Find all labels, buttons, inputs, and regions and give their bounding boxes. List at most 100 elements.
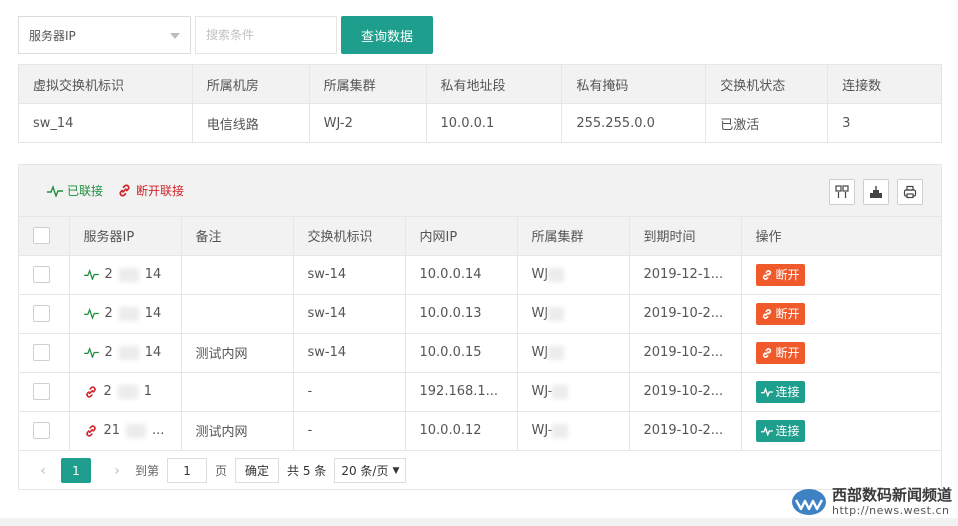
- header-switch-id: 虚拟交换机标识: [18, 64, 193, 104]
- server-toolbar: 已联接 断开联接: [19, 165, 941, 217]
- expire-date: 2019-10-2...: [629, 294, 742, 334]
- action-cell: 断开: [741, 333, 941, 373]
- header-private-range: 私有地址段: [425, 64, 563, 104]
- room: 电信线路: [191, 103, 310, 143]
- row-select-cell: [19, 372, 70, 412]
- watermark-title: 西部数码新闻频道: [831, 486, 952, 504]
- total-count: 共 5 条: [287, 464, 327, 478]
- chevron-down-icon: [170, 33, 180, 39]
- cluster: WJ: [531, 267, 549, 282]
- link-icon: [119, 184, 130, 197]
- server-table: 服务器IP 备注 交换机标识 内网IP 所属集群 到期时间 操作 2 14 sw-…: [19, 217, 941, 451]
- ip-mask: [117, 384, 138, 399]
- watermark: 西部数码新闻频道 http://news.west.cn: [790, 487, 952, 517]
- columns-icon: [835, 185, 849, 198]
- search-field-select[interactable]: 服务器IP: [18, 16, 191, 54]
- action-label: 断开: [775, 307, 800, 321]
- switch-info-table: 虚拟交换机标识 所属机房 所属集群 私有地址段 私有掩码 交换机状态 连接数 s…: [18, 64, 942, 143]
- goto-page-input[interactable]: [167, 458, 208, 483]
- columns-filter-button[interactable]: [829, 179, 855, 205]
- search-field-select-value: 服务器IP: [29, 28, 76, 43]
- link-icon: [762, 269, 771, 280]
- expire-date: 2019-10-2...: [629, 411, 742, 451]
- link-icon: [85, 385, 96, 398]
- goto-suffix: 页: [215, 464, 228, 478]
- expire-date: 2019-12-1...: [629, 255, 742, 295]
- pulse-icon: [760, 386, 773, 397]
- server-ip-cell: 2 14: [69, 255, 182, 295]
- disconnect-button[interactable]: 断开: [755, 302, 805, 325]
- row-select-cell: [19, 411, 70, 451]
- export-button[interactable]: [863, 179, 889, 205]
- filter-disconnected-link[interactable]: 断开联接: [117, 182, 184, 199]
- cluster: WJ-2: [308, 103, 427, 143]
- switch-info-row: sw_14 电信线路 WJ-2 10.0.0.1 255.255.0.0 已激活…: [18, 103, 942, 143]
- filter-connected-link[interactable]: 已联接: [47, 182, 103, 199]
- action-label: 连接: [775, 424, 800, 438]
- header-private-mask: 私有掩码: [561, 64, 707, 104]
- cluster: WJ-: [531, 423, 553, 438]
- header-switch-id: 交换机标识: [293, 217, 406, 256]
- server-ip: 2: [104, 345, 113, 360]
- pulse-icon: [83, 308, 99, 319]
- note: 测试内网: [181, 333, 294, 373]
- goto-prefix: 到第: [135, 464, 160, 478]
- watermark-url: http://news.west.cn: [831, 504, 950, 517]
- export-icon: [870, 186, 882, 198]
- query-button[interactable]: 查询数据: [341, 16, 433, 54]
- connect-button[interactable]: 连接: [755, 380, 805, 403]
- page-size-value: 20 条/页: [341, 464, 389, 478]
- note: 测试内网: [181, 411, 294, 451]
- ip-mask: [126, 423, 147, 438]
- row-checkbox[interactable]: [33, 422, 50, 439]
- header-server-ip: 服务器IP: [69, 217, 182, 256]
- cluster-mask: [552, 384, 569, 399]
- header-select-all-cell: [19, 217, 70, 256]
- server-ip: 2: [104, 306, 113, 321]
- filter-connected-label: 已联接: [67, 184, 104, 198]
- row-checkbox[interactable]: [33, 344, 50, 361]
- search-bar: 服务器IP 查询数据: [18, 16, 433, 54]
- lan-ip: 10.0.0.14: [405, 255, 518, 295]
- row-select-cell: [19, 333, 70, 373]
- header-lan-ip: 内网IP: [405, 217, 518, 256]
- action-cell: 连接: [741, 372, 941, 412]
- search-input[interactable]: [195, 16, 337, 54]
- disconnect-button[interactable]: 断开: [755, 341, 805, 364]
- link-icon: [85, 424, 96, 437]
- header-actions: 操作: [741, 217, 941, 256]
- server-ip-tail: ...: [152, 423, 165, 438]
- action-cell: 断开: [741, 255, 941, 295]
- switch-id: sw_14: [18, 103, 193, 143]
- next-page-button[interactable]: ›: [107, 463, 127, 479]
- prev-page-button[interactable]: ‹: [33, 463, 53, 479]
- header-room: 所属机房: [191, 64, 310, 104]
- row-checkbox[interactable]: [33, 383, 50, 400]
- select-all-checkbox[interactable]: [33, 227, 50, 245]
- pulse-icon: [760, 425, 773, 436]
- connect-button[interactable]: 连接: [755, 419, 805, 442]
- cluster-mask: [552, 423, 569, 438]
- private-mask: 255.255.0.0: [561, 103, 707, 143]
- current-page-button[interactable]: 1: [61, 458, 91, 483]
- header-switch-status: 交换机状态: [705, 64, 829, 104]
- print-button[interactable]: [897, 179, 923, 205]
- goto-confirm-button[interactable]: 确定: [235, 458, 280, 483]
- server-ip-tail: 1: [143, 384, 153, 399]
- header-expire: 到期时间: [629, 217, 742, 256]
- bottom-strip: [0, 518, 958, 526]
- row-checkbox[interactable]: [33, 305, 50, 322]
- row-checkbox[interactable]: [33, 266, 50, 283]
- page: 服务器IP 查询数据 虚拟交换机标识 所属机房 所属集群 私有地址段 私有掩码 …: [0, 0, 958, 526]
- link-icon: [762, 347, 771, 358]
- cluster-mask: [548, 345, 565, 360]
- table-row: 2 14 测试内网 sw-14 10.0.0.15 WJ 2019-10-2...…: [19, 333, 941, 373]
- disconnect-button[interactable]: 断开: [755, 263, 805, 286]
- toolbar-filters: 已联接 断开联接: [47, 182, 184, 199]
- server-ip-cell: 2 14: [69, 333, 182, 373]
- cluster-cell: WJ: [517, 294, 630, 334]
- header-note: 备注: [181, 217, 294, 256]
- switch-id: sw-14: [293, 255, 406, 295]
- page-size-select[interactable]: 20 条/页 ▼: [334, 458, 407, 483]
- lan-ip: 10.0.0.15: [405, 333, 518, 373]
